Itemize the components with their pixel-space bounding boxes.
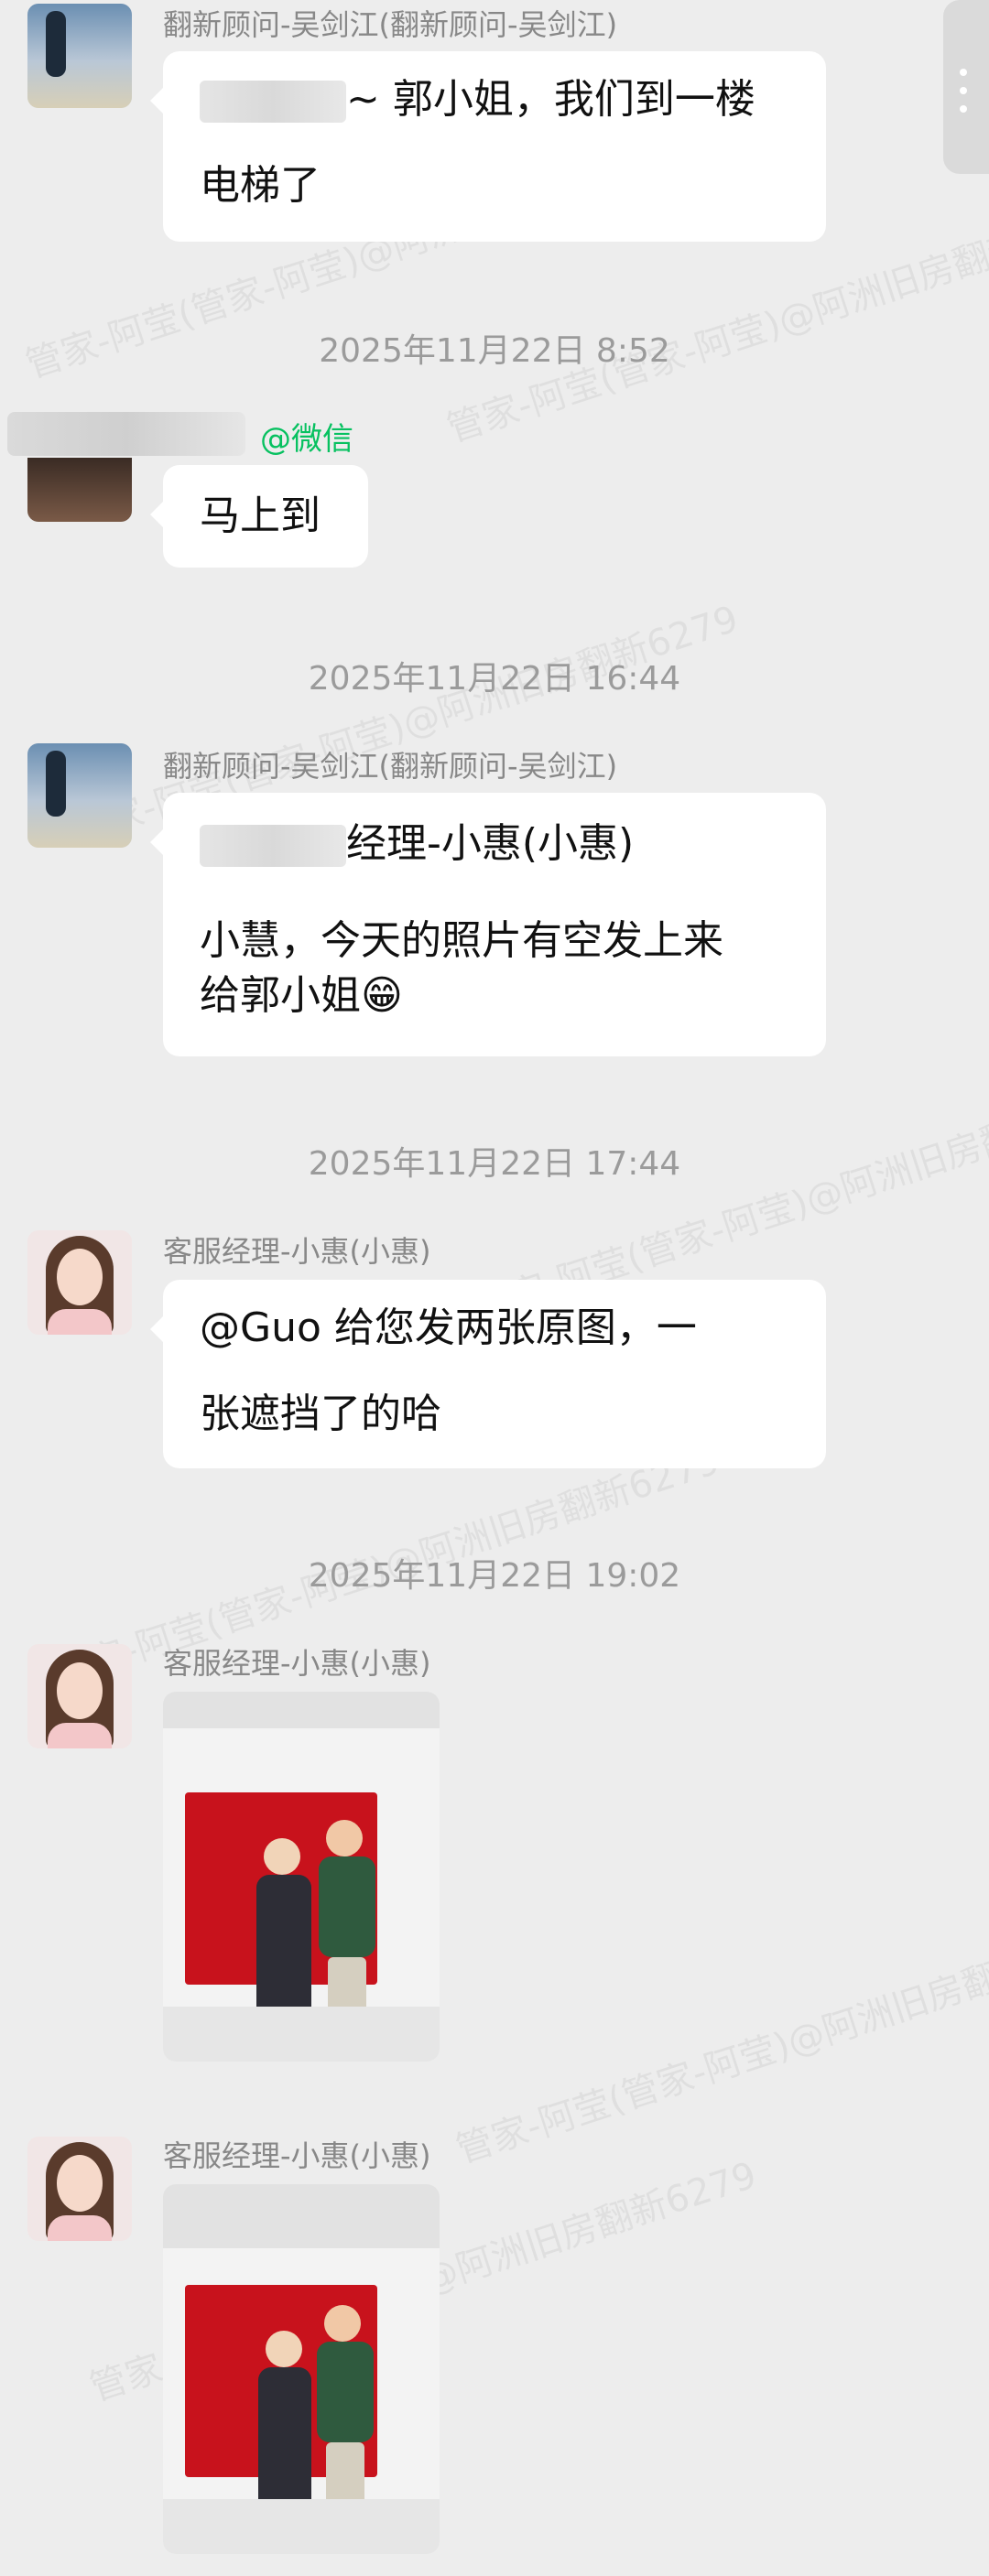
message-text: 小慧，今天的照片有空发上来 [200,917,723,964]
sender-name: 翻新顾问-吴剑江(翻新顾问-吴剑江) [163,749,618,784]
side-handle[interactable] [943,0,989,174]
message-bubble[interactable]: 经理-小惠(小惠) 小慧，今天的照片有空发上来 给郭小姐😁 [150,793,826,1056]
avatar[interactable] [27,1644,132,1748]
photo-message[interactable] [163,2184,440,2554]
avatar[interactable] [27,458,132,522]
timestamp: 2025年11月22日 8:52 [319,332,670,370]
avatar[interactable] [27,4,132,108]
message-text: 给郭小姐 [200,972,361,1019]
message-bubble[interactable]: @Guo 给您发两张原图，一 张遮挡了的哈 [150,1280,826,1468]
photo-message[interactable] [163,1692,440,2062]
sender-name: 客服经理-小惠(小惠) [163,1234,431,1269]
blurred-name [7,412,245,456]
message-bubble[interactable]: 马上到 [150,465,368,568]
message-text: ~ 郭小姐，我们到一楼 [346,76,755,123]
avatar[interactable] [27,2137,132,2241]
blurred-mention [200,81,346,123]
message-text: @Guo 给您发两张原图，一 [200,1304,697,1351]
sender-name: 客服经理-小惠(小惠) [163,1646,431,1681]
message-bubble[interactable]: ~ 郭小姐，我们到一楼 电梯了 [150,51,826,242]
avatar[interactable] [27,1230,132,1335]
timestamp: 2025年11月22日 16:44 [308,660,681,698]
timestamp: 2025年11月22日 19:02 [308,1557,681,1595]
avatar[interactable] [27,743,132,848]
message-text: 张遮挡了的哈 [200,1391,441,1437]
sender-name: 翻新顾问-吴剑江(翻新顾问-吴剑江) [163,7,618,42]
blurred-mention [200,825,346,867]
grin-emoji-icon: 😁 [361,972,403,1019]
sender-name: 客服经理-小惠(小惠) [163,2138,431,2173]
watermark: 管家-阿莹(管家-阿莹)@阿洲旧房翻新6279 [451,1916,989,2172]
wechat-tag: @微信 [260,421,353,458]
message-text: 马上到 [200,492,321,539]
message-text: 电梯了 [200,162,321,209]
message-text: 经理-小惠(小惠) [346,820,635,867]
timestamp: 2025年11月22日 17:44 [308,1145,681,1183]
